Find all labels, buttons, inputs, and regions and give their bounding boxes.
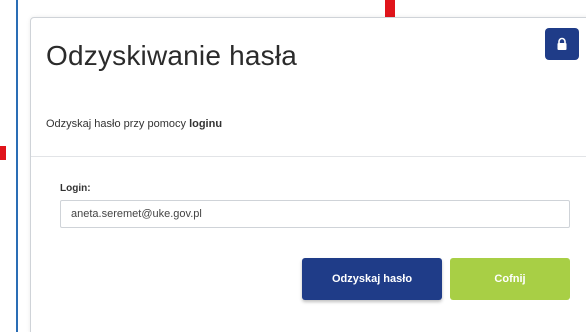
lock-button[interactable]: [545, 28, 579, 60]
login-input[interactable]: [60, 200, 570, 228]
page-border-line: [16, 0, 18, 332]
login-label: Login:: [60, 183, 91, 194]
divider: [31, 156, 586, 157]
red-marker: [0, 146, 6, 160]
subtitle: Odzyskaj hasło przy pomocy loginu: [46, 118, 222, 130]
lock-icon: [557, 37, 567, 50]
cancel-button[interactable]: Cofnij: [450, 258, 570, 300]
page-title: Odzyskiwanie hasła: [46, 40, 298, 71]
subtitle-bold: loginu: [189, 118, 223, 130]
page: Odzyskiwanie hasła Odzyskaj hasło przy p…: [0, 0, 586, 332]
recover-password-button[interactable]: Odzyskaj hasło: [302, 258, 442, 300]
subtitle-text: Odzyskaj hasło przy pomocy: [46, 118, 190, 130]
